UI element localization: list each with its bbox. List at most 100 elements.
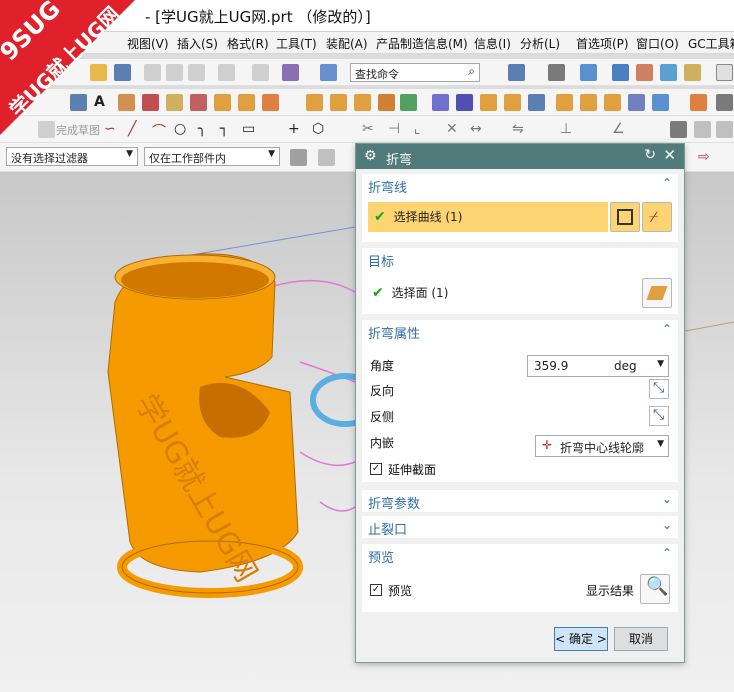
menu-analysis[interactable]: 分析(L) [520,35,560,52]
preview-checkbox[interactable]: ✓ [370,584,382,596]
chevron-down-icon[interactable]: ⌄ [662,518,672,532]
extrude-icon[interactable] [166,94,183,111]
command-search-input[interactable]: 查找命令 ⌕ [350,63,480,82]
assembly-icon[interactable] [670,121,687,138]
pattern-icon[interactable] [354,94,371,111]
unite-icon[interactable] [378,94,395,111]
material-icon[interactable] [684,64,701,81]
menu-preferences[interactable]: 首选项(P) [576,35,629,52]
chevron-down-icon[interactable]: ▼ [657,359,664,369]
cut-icon[interactable] [144,64,161,81]
selection-filter-dropdown[interactable]: 没有选择过滤器 ▼ [6,147,138,166]
inlay-dropdown[interactable]: ✛ 折弯中心线轮廓 ▼ [535,435,669,457]
analysis-icon[interactable] [652,94,669,111]
redo-icon[interactable] [252,64,269,81]
offset-face-icon[interactable] [480,94,497,111]
ok-button[interactable]: < 确定 > [554,627,608,651]
menu-tools[interactable]: 工具(T) [276,35,317,52]
select-face-row[interactable]: ✔ 选择面 (1) [372,284,448,301]
show-result-button[interactable]: 🔍 [640,574,670,604]
reverse-direction-button[interactable]: ⤡ [649,379,669,399]
menu-format[interactable]: 格式(R) [227,35,269,52]
sheet-metal-icon[interactable] [690,94,707,111]
menu-assembly[interactable]: 装配(A) [326,35,368,52]
dimension-icon[interactable]: ↔ [470,121,487,138]
offset-curve-icon[interactable]: ⊥ [560,121,577,138]
line-icon[interactable] [142,94,159,111]
cancel-button[interactable]: 取消 [614,627,668,651]
chevron-down-icon[interactable]: ▼ [657,439,664,449]
shell-icon[interactable] [504,94,521,111]
group-header-preview[interactable]: 预览 ⌃ [362,544,678,566]
split-body-icon[interactable] [456,94,473,111]
group-header-target[interactable]: 目标 [362,248,678,270]
circle-icon[interactable]: ○ [174,121,191,138]
mesh-icon[interactable] [604,94,621,111]
hole-icon[interactable] [214,94,231,111]
curve-rule-button[interactable] [610,202,640,232]
extend-section-checkbox[interactable]: ✓ [370,463,382,475]
group-header-bend-properties[interactable]: 折弯属性 ⌃ [362,320,678,342]
render-style-icon[interactable] [508,64,525,81]
select-curve-row[interactable]: ✔ 选择曲线 (1) [368,202,608,232]
menu-pmi[interactable]: 产品制造信息(M) [376,35,468,52]
reverse-side-button[interactable]: ⤡ [649,406,669,426]
paste-icon[interactable] [188,64,205,81]
pocket-icon[interactable] [262,94,279,111]
arc-icon[interactable]: ⌒ [152,121,169,140]
undo-icon[interactable] [218,64,235,81]
select-curve-button[interactable]: ⌿ [642,202,672,232]
group-header-relief[interactable]: 止裂口 ⌄ [362,516,678,538]
copy-icon[interactable] [166,64,183,81]
group-bend-parameters[interactable]: 折弯参数 ⌄ [362,490,678,512]
chamfer-sketch-icon[interactable]: ┐ [220,121,237,138]
white-box-icon[interactable] [716,64,733,81]
trim-icon[interactable]: ✂ [362,121,379,138]
mirror-icon[interactable]: ⇋ [512,121,529,138]
project-icon[interactable]: ∠ [612,121,629,138]
extend-icon[interactable]: ⊣ [388,121,405,138]
menu-info[interactable]: 信息(I) [474,35,511,52]
point-icon[interactable]: + [288,121,305,138]
chamfer-icon[interactable] [330,94,347,111]
layer-icon[interactable] [660,64,677,81]
collapse-icon[interactable] [716,121,733,138]
draft-icon[interactable] [528,94,545,111]
group-relief[interactable]: 止裂口 ⌄ [362,516,678,538]
chevron-up-icon[interactable]: ⌃ [662,546,672,560]
filter-settings-icon[interactable] [290,149,307,166]
scope-dropdown[interactable]: 仅在工作部件内 ▼ [144,147,280,166]
more-tools-icon[interactable] [716,94,733,111]
command-finder-icon[interactable] [282,64,299,81]
cube-view-icon[interactable] [612,64,629,81]
trim-body-icon[interactable] [432,94,449,111]
surface-icon[interactable] [556,94,573,111]
rectangle-icon[interactable]: ▭ [242,121,259,138]
constraint-icon[interactable]: ✕ [446,121,463,138]
close-icon[interactable]: ✕ [663,146,676,164]
group-header-bend-parameters[interactable]: 折弯参数 ⌄ [362,490,678,512]
constraint-nav-icon[interactable] [694,121,711,138]
menu-insert[interactable]: 插入(S) [177,35,218,52]
group-header-bend-line[interactable]: 折弯线 ⌃ [362,174,678,196]
sweep-icon[interactable] [580,94,597,111]
search-icon[interactable]: ⌕ [468,64,475,79]
boss-icon[interactable] [238,94,255,111]
polygon-icon[interactable]: ⬡ [312,121,329,138]
arrow-right-icon[interactable]: ⇨ [698,149,715,166]
chevron-down-icon[interactable]: ⌄ [662,492,672,506]
corner-icon[interactable]: ⌞ [414,121,431,138]
chevron-up-icon[interactable]: ⌃ [662,322,672,336]
menu-window[interactable]: 窗口(O) [636,35,679,52]
angle-input[interactable]: 359.9 deg ▼ [527,355,669,377]
fillet-icon[interactable]: ╮ [198,121,215,138]
reuse-icon[interactable] [320,64,337,81]
gear-icon[interactable]: ⚙ [364,148,377,164]
snap-point-icon[interactable] [318,149,335,166]
revolve-icon[interactable] [190,94,207,111]
view-orient-icon[interactable] [580,64,597,81]
chevron-up-icon[interactable]: ⌃ [662,176,672,190]
subtract-icon[interactable] [400,94,417,111]
reset-icon[interactable]: ↻ [644,147,656,163]
wire-cube-icon[interactable] [636,64,653,81]
